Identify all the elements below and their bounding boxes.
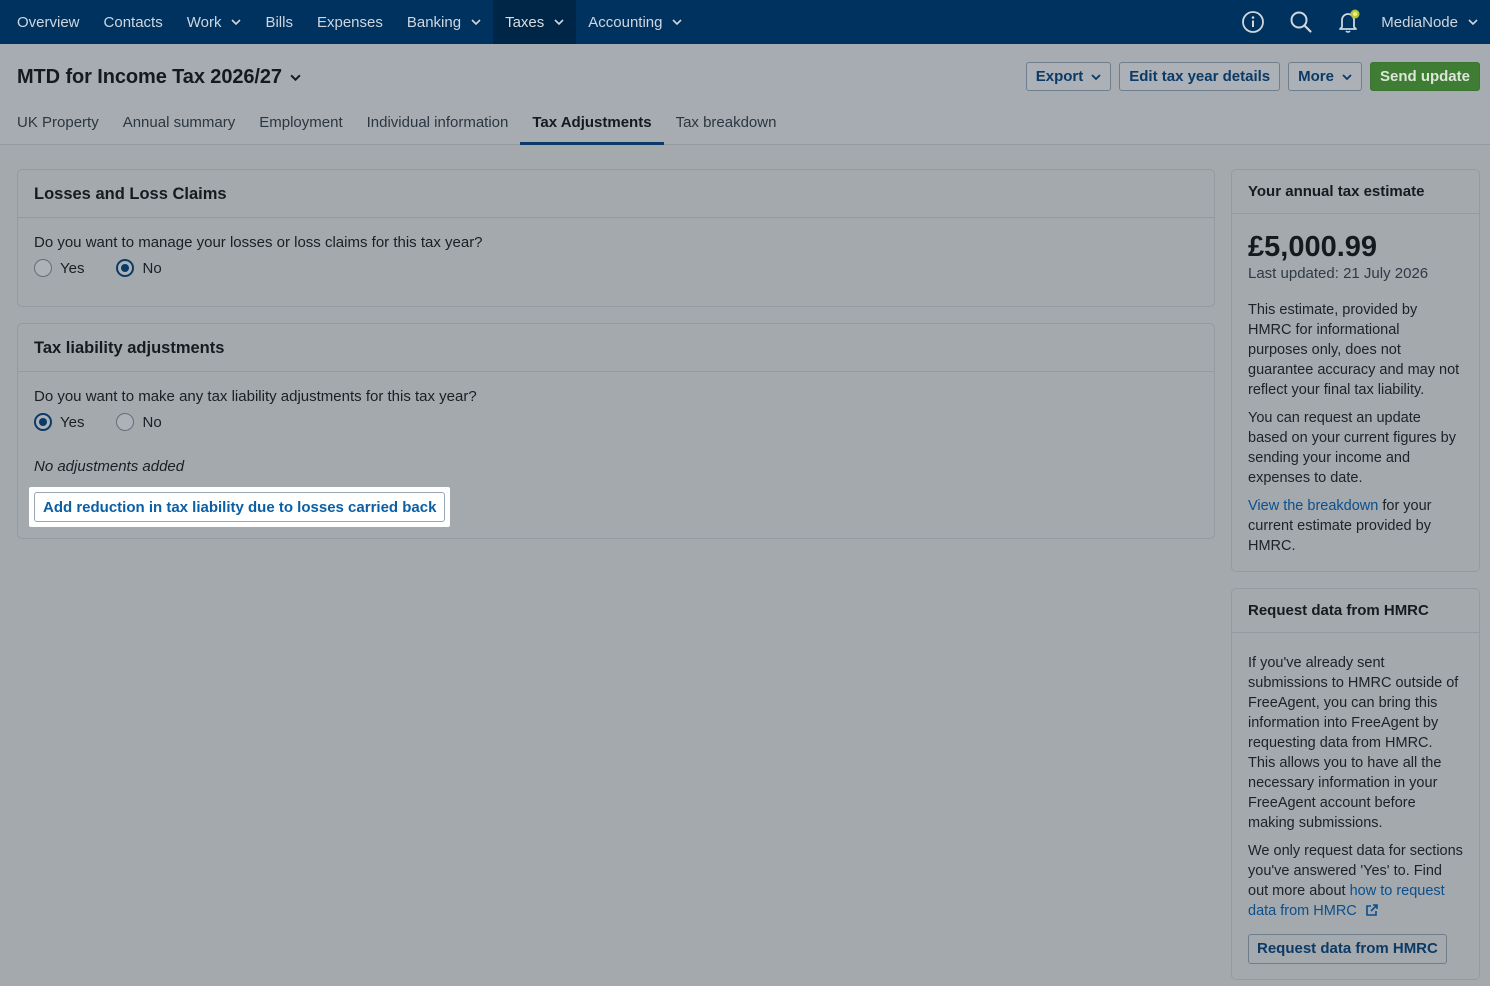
chevron-down-icon <box>672 19 683 26</box>
tab-employment[interactable]: Employment <box>247 104 354 145</box>
header-actions: Export Edit tax year details More Send u… <box>1025 62 1480 91</box>
chevron-down-icon <box>1091 73 1101 80</box>
nav-banking[interactable]: Banking <box>395 0 493 44</box>
radio-label: Yes <box>60 259 85 277</box>
request-card: Request data from HMRC If you've already… <box>1231 588 1480 980</box>
nav-right: MediaNode <box>1229 0 1490 44</box>
tab-individual-information[interactable]: Individual information <box>355 104 521 145</box>
export-button[interactable]: Export <box>1025 62 1112 91</box>
losses-radio-group: Yes No <box>34 259 1198 277</box>
losses-card-body: Do you want to manage your losses or los… <box>18 218 1214 293</box>
chevron-down-icon <box>231 19 242 26</box>
losses-yes-option[interactable]: Yes <box>34 259 84 277</box>
edit-tax-year-button[interactable]: Edit tax year details <box>1119 62 1281 91</box>
nav-label: Accounting <box>588 13 663 31</box>
estimate-updated: Last updated: 21 July 2026 <box>1248 265 1429 282</box>
chevron-down-icon <box>554 19 564 26</box>
request-data-button[interactable]: Request data from HMRC <box>1248 934 1447 964</box>
nav-label: Taxes <box>505 13 545 31</box>
nav-contacts[interactable]: Contacts <box>92 0 175 44</box>
nav-overview[interactable]: Overview <box>0 0 92 44</box>
radio-label: Yes <box>60 413 85 431</box>
request-info: If you've already sent submissions to HM… <box>1248 655 1459 831</box>
estimate-amount: £5,000.99 <box>1248 231 1378 263</box>
estimate-update-info: You can request an update based on your … <box>1248 410 1456 486</box>
edit-label: Edit tax year details <box>1129 68 1271 85</box>
tab-tax-adjustments[interactable]: Tax Adjustments <box>520 104 664 145</box>
more-label: More <box>1298 68 1334 85</box>
radio-label: No <box>142 259 162 277</box>
losses-question: Do you want to manage your losses or los… <box>34 234 483 251</box>
chevron-down-icon <box>1468 19 1478 26</box>
nav-expenses[interactable]: Expenses <box>305 0 395 44</box>
view-breakdown-link[interactable]: View the breakdown <box>1248 498 1378 514</box>
losses-card: Losses and Loss Claims Do you want to ma… <box>17 169 1215 307</box>
tab-uk-property[interactable]: UK Property <box>5 104 111 145</box>
estimate-breakdown-text: View the breakdown for your current esti… <box>1248 496 1463 556</box>
external-link-icon <box>1366 904 1378 916</box>
nav-taxes[interactable]: Taxes <box>493 0 577 44</box>
chevron-down-icon <box>1342 73 1352 80</box>
no-adjustments-text: No adjustments added <box>34 458 185 475</box>
send-label: Send update <box>1379 68 1470 85</box>
nav-label: Contacts <box>103 13 163 31</box>
nav-label: Overview <box>17 13 80 31</box>
send-update-button[interactable]: Send update <box>1369 62 1480 91</box>
chevron-down-icon <box>290 74 301 82</box>
user-menu[interactable]: MediaNode <box>1373 14 1490 31</box>
tab-annual-summary[interactable]: Annual summary <box>111 104 248 145</box>
chevron-down-icon <box>471 19 481 26</box>
request-title: Request data from HMRC <box>1232 589 1479 633</box>
radio-label: No <box>142 413 162 431</box>
estimate-title: Your annual tax estimate <box>1232 170 1479 214</box>
info-icon[interactable] <box>1229 0 1277 44</box>
nav-work[interactable]: Work <box>175 0 254 44</box>
liability-card-body: Do you want to make any tax liability ad… <box>18 372 1214 491</box>
nav-accounting[interactable]: Accounting <box>576 0 694 44</box>
liability-radio-group: Yes No <box>34 413 1198 431</box>
nav-label: Work <box>186 13 222 31</box>
page-title[interactable]: MTD for Income Tax 2026/27 <box>17 66 301 89</box>
request-body: If you've already sent submissions to HM… <box>1232 633 1479 980</box>
estimate-body: £5,000.99 Last updated: 21 July 2026 Thi… <box>1232 214 1479 572</box>
top-nav: Overview Contacts Work Bills Expenses Ba… <box>0 0 1490 44</box>
radio-no[interactable] <box>116 413 135 431</box>
search-icon[interactable] <box>1277 0 1325 44</box>
nav-label: Bills <box>265 13 293 31</box>
export-label: Export <box>1035 68 1084 85</box>
losses-no-option[interactable]: No <box>116 259 162 277</box>
bell-icon[interactable] <box>1325 0 1373 44</box>
more-button[interactable]: More <box>1288 62 1362 91</box>
liability-no-option[interactable]: No <box>116 413 162 431</box>
estimate-disclaimer: This estimate, provided by HMRC for info… <box>1248 302 1460 398</box>
nav-label: Expenses <box>316 13 383 31</box>
tab-bar: UK Property Annual summary Employment In… <box>5 104 788 145</box>
radio-no[interactable] <box>116 259 135 277</box>
liability-card-title: Tax liability adjustments <box>18 324 1214 372</box>
estimate-card: Your annual tax estimate £5,000.99 Last … <box>1231 169 1480 572</box>
user-name: MediaNode <box>1381 13 1458 31</box>
page-header: MTD for Income Tax 2026/27 Export Edit t… <box>0 44 1490 145</box>
liability-question: Do you want to make any tax liability ad… <box>34 388 477 405</box>
liability-yes-option[interactable]: Yes <box>34 413 84 431</box>
tab-tax-breakdown[interactable]: Tax breakdown <box>664 104 789 145</box>
nav-bills[interactable]: Bills <box>253 0 305 44</box>
add-reduction-button[interactable]: Add reduction in tax liability due to lo… <box>34 492 446 522</box>
nav-label: Banking <box>406 13 462 31</box>
radio-yes[interactable] <box>34 413 52 431</box>
request-sections-text: We only request data for sections you've… <box>1248 841 1463 921</box>
radio-yes[interactable] <box>34 259 52 277</box>
losses-card-title: Losses and Loss Claims <box>18 170 1214 218</box>
page-title-text: MTD for Income Tax 2026/27 <box>17 66 282 88</box>
add-reduction-highlight: Add reduction in tax liability due to lo… <box>29 487 451 527</box>
